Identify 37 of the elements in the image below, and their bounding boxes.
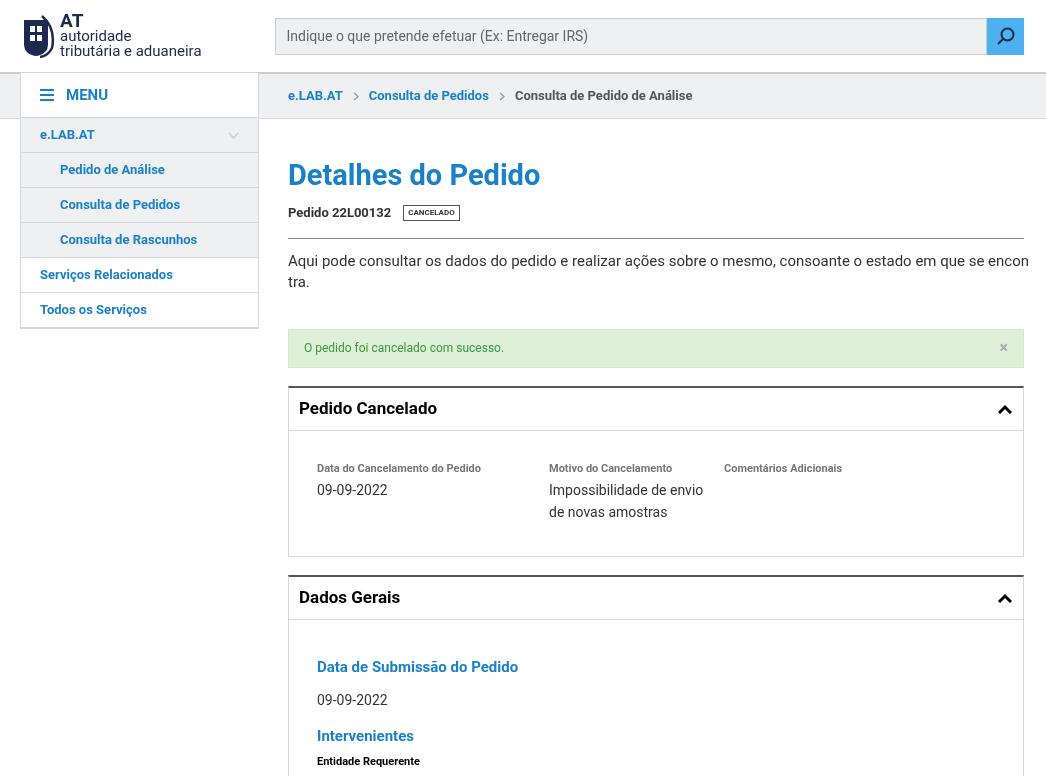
- section-title: Pedido Cancelado: [299, 396, 438, 420]
- intro-text: Aqui pode consultar os dados do pedido e realizar ações sobre o mesmo, consoante o estado em que se encon tra.: [288, 250, 1031, 293]
- block-value: 09-09-2022: [317, 691, 389, 710]
- breadcrumb-current: Consulta de Pedido de Análise: [514, 87, 693, 106]
- logo-abbr: AT: [60, 13, 84, 29]
- chevron-down-icon: [228, 131, 239, 139]
- page-title: Detalhes do Pedido: [288, 157, 542, 193]
- order-number: Pedido 22L00132: [288, 204, 392, 222]
- logo-emblem-icon: [22, 14, 56, 58]
- field-label: Data do Cancelamento do Pedido: [317, 460, 482, 477]
- breadcrumb-link[interactable]: Consulta de Pedidos: [368, 86, 489, 106]
- block-heading: Data de Submissão do Pedido: [317, 656, 520, 678]
- alert-message: O pedido foi cancelado com sucesso.: [304, 340, 505, 357]
- menu-icon: [40, 89, 54, 101]
- close-button[interactable]: ×: [999, 336, 1008, 360]
- submenu-item[interactable]: Pedido de Análise: [21, 153, 258, 188]
- caret-up-icon[interactable]: [997, 592, 1013, 603]
- status-tag: CANCELADO: [403, 204, 460, 221]
- caret-up-icon[interactable]: [997, 403, 1013, 414]
- search-button[interactable]: [987, 17, 1024, 55]
- chevron-right-icon: [352, 91, 359, 101]
- block-heading: Intervenientes: [317, 726, 415, 747]
- field-value: 09-09-2022: [317, 481, 389, 500]
- field-value: Impossibilidade de envio de novas amostras: [549, 481, 705, 522]
- logo-text: autoridade: [60, 29, 133, 44]
- search-icon: [995, 26, 1016, 46]
- search-field[interactable]: Indique o que pretende efetuar (Ex: Entregar IRS): [275, 17, 987, 55]
- submenu-item[interactable]: Consulta de Pedidos: [21, 188, 258, 223]
- submenu-item[interactable]: Consulta de Rascunhos: [21, 223, 258, 258]
- field-label: Comentários Adicionais: [724, 460, 844, 477]
- menu-item[interactable]: e.LAB.AT: [21, 118, 258, 153]
- breadcrumb-link[interactable]: e.LAB.AT: [288, 86, 343, 106]
- section-title: Dados Gerais: [299, 585, 401, 609]
- block-sublabel: Entidade Requerente: [317, 753, 421, 770]
- chevron-right-icon: [498, 91, 505, 101]
- logo-text: tributária e aduaneira: [60, 44, 202, 59]
- field-label: Motivo do Cancelamento: [549, 460, 674, 477]
